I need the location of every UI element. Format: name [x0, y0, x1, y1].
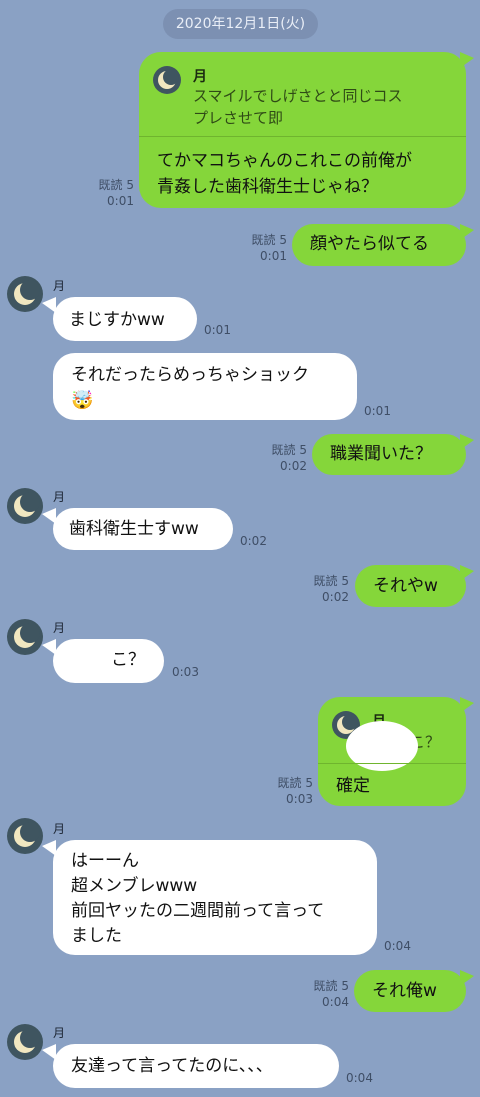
bubble-tail [460, 224, 474, 240]
timestamp: 0:02 [322, 590, 349, 604]
bubble-tail [460, 434, 474, 450]
crescent-moon-icon [153, 66, 181, 94]
timestamp: 0:03 [286, 792, 313, 806]
message-text: それ俺w [372, 981, 437, 1001]
read-receipt: 既読 5 [277, 776, 313, 790]
reply-divider [318, 763, 466, 764]
read-receipt: 既読 5 [313, 574, 349, 588]
date-separator: 2020年12月1日(火) [163, 9, 318, 39]
read-receipt: 既読 5 [313, 979, 349, 993]
message-bubble-outgoing[interactable]: 職業聞いた？ [312, 434, 466, 475]
timestamp: 0:01 [107, 194, 134, 208]
timestamp: 0:01 [204, 323, 231, 337]
message-text: 超メンブレwww [71, 876, 198, 896]
message-bubble-incoming[interactable]: 歯科衛生士すww [53, 508, 233, 550]
timestamp: 0:01 [260, 249, 287, 263]
message-bubble-incoming[interactable]: それだったらめっちゃショック 🤯 [53, 353, 357, 420]
message-text: ました [71, 926, 122, 946]
message-bubble-outgoing[interactable]: それ俺w [354, 970, 466, 1012]
message-bubble-outgoing[interactable]: 月 スマイルでしげさとと同じコス プレさせて即 てかマコちゃんのこれこの前俺が … [139, 52, 466, 208]
crescent-moon-icon [7, 818, 43, 854]
crescent-moon-icon [7, 619, 43, 655]
sender-name: 月 [53, 621, 66, 635]
message-text: はーーん [71, 851, 139, 871]
crescent-moon-icon [7, 488, 43, 524]
message-text: 歯科衛生士すww [69, 519, 199, 539]
message-text: それやw [373, 576, 438, 596]
message-bubble-incoming[interactable]: 友達って言ってたのに、、、 [53, 1044, 339, 1088]
reply-quote-line: スマイルでしげさとと同じコス [193, 87, 403, 105]
message-text: こ？ [111, 650, 145, 670]
message-text: 前回ヤッたの二週間前って言って [71, 901, 325, 921]
sender-name: 月 [53, 822, 66, 836]
timestamp: 0:04 [384, 939, 411, 953]
message-text: それだったらめっちゃショック [71, 365, 309, 385]
message-bubble-incoming[interactable]: こ？ [53, 639, 164, 683]
timestamp: 0:04 [322, 995, 349, 1009]
message-text: 確定 [336, 776, 370, 796]
message-bubble-outgoing[interactable]: 顔やたら似てる [292, 224, 466, 266]
bubble-tail [460, 52, 474, 68]
bubble-tail [460, 565, 474, 581]
sender-name: 月 [53, 279, 66, 293]
read-receipt: 既読 5 [98, 178, 134, 192]
message-text: 顔やたら似てる [310, 234, 429, 254]
read-receipt: 既読 5 [271, 443, 307, 457]
message-bubble-incoming[interactable]: まじすかww [53, 297, 197, 341]
message-text: 職業聞いた？ [330, 444, 432, 464]
read-receipt: 既読 5 [251, 233, 287, 247]
exploding-head-icon: 🤯 [71, 390, 94, 411]
timestamp: 0:02 [280, 459, 307, 473]
crescent-moon-icon [7, 1024, 43, 1060]
timestamp: 0:01 [364, 404, 391, 418]
sender-name: 月 [53, 1026, 66, 1040]
timestamp: 0:02 [240, 534, 267, 548]
timestamp: 0:03 [172, 665, 199, 679]
crescent-moon-icon [7, 276, 43, 312]
message-text: 青姦した歯科衛生士じゃね？ [157, 177, 378, 197]
reply-quote-line: プレさせて即 [193, 109, 284, 127]
message-bubble-outgoing[interactable]: 月 こ？ 確定 [318, 697, 466, 806]
bubble-tail [460, 697, 474, 713]
timestamp: 0:04 [346, 1071, 373, 1085]
message-text: まじすかww [69, 310, 165, 330]
sender-name: 月 [53, 490, 66, 504]
reply-divider [139, 136, 466, 137]
message-text: てかマコちゃんのこれこの前俺が [157, 151, 412, 171]
message-bubble-incoming[interactable]: はーーん 超メンブレwww 前回ヤッたの二週間前って言って ました [53, 840, 377, 955]
message-bubble-outgoing[interactable]: それやw [355, 565, 466, 607]
bubble-tail [460, 970, 474, 986]
message-text: 友達って言ってたのに、、、 [71, 1056, 273, 1076]
